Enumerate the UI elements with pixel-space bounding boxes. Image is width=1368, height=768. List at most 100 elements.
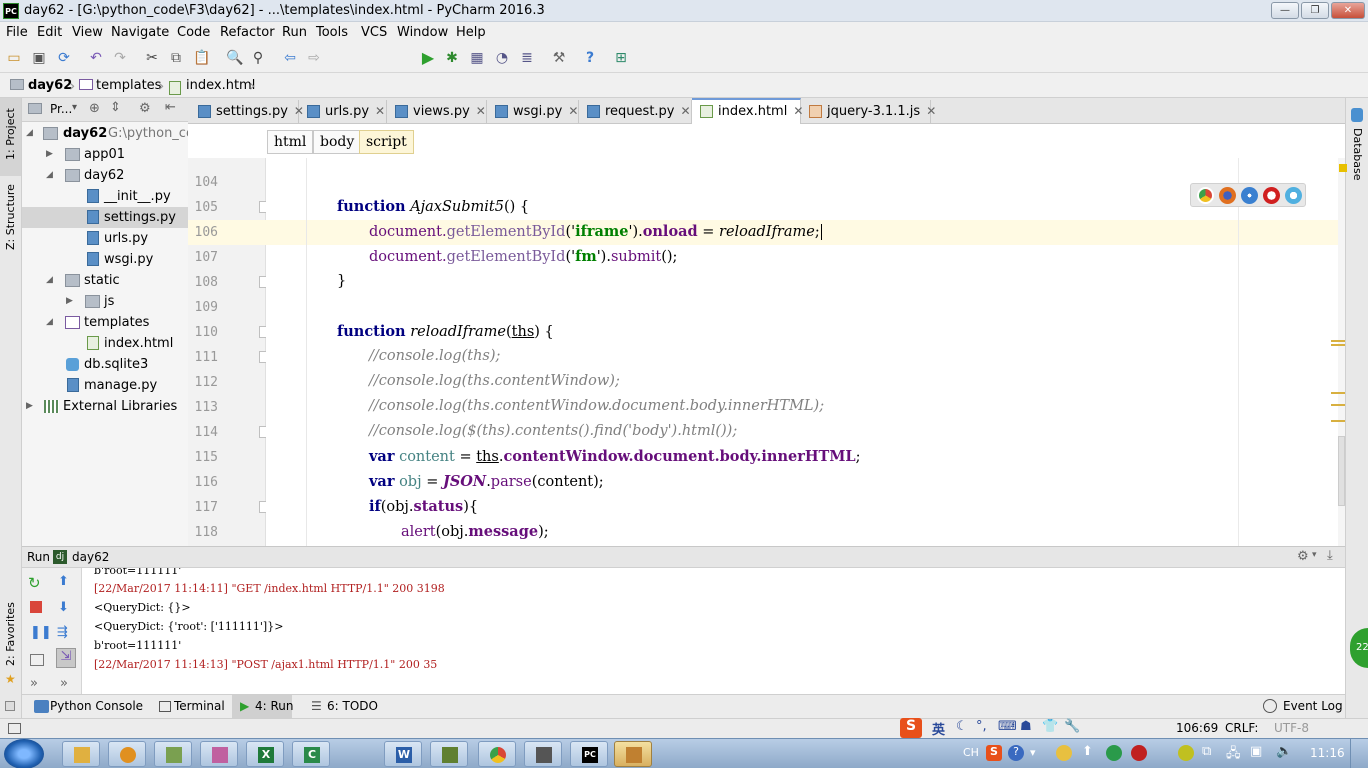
scroll-down-icon[interactable]: ⬇ — [58, 600, 69, 615]
fold-marker-icon[interactable] — [259, 501, 266, 513]
tree-item-db-sqlite3[interactable]: db.sqlite3 — [22, 354, 188, 375]
scroll-from-source-icon[interactable]: ⊕ — [89, 101, 100, 116]
tray-app-icon[interactable] — [1056, 745, 1072, 761]
tab-terminal[interactable]: Terminal — [174, 699, 225, 713]
close-tab-icon[interactable]: ✕ — [568, 104, 578, 118]
tree-item-index-html[interactable]: index.html — [22, 333, 188, 354]
editor-scrollbar[interactable] — [1338, 158, 1347, 546]
replace-icon[interactable]: ⚲ — [250, 50, 266, 66]
tab-index-html[interactable]: index.html ✕ — [692, 98, 803, 124]
settings-wrench-icon[interactable]: ⚒ — [551, 50, 567, 66]
tray-app-icon[interactable] — [1106, 745, 1122, 761]
run-icon[interactable]: ▶ — [420, 50, 436, 66]
language-indicator[interactable]: CH — [963, 746, 979, 759]
project-tool-tab[interactable]: 1: Project — [0, 98, 21, 176]
close-tab-icon[interactable]: ✕ — [476, 104, 486, 118]
menu-vcs[interactable]: VCS — [361, 25, 387, 40]
fold-marker-icon[interactable] — [259, 201, 266, 213]
menu-tools[interactable]: Tools — [316, 25, 348, 40]
menu-window[interactable]: Window — [397, 25, 448, 40]
tab-jquery-js[interactable]: jquery-3.1.1.js ✕ — [801, 100, 936, 124]
breadcrumb-templates[interactable]: templates — [96, 78, 161, 93]
help-tray-icon[interactable]: ? — [1008, 745, 1024, 761]
taskbar-app2[interactable] — [430, 741, 468, 767]
fold-marker-icon[interactable] — [259, 326, 266, 338]
coverage-icon[interactable]: ▦ — [469, 50, 485, 66]
error-stripe-mark[interactable] — [1331, 404, 1345, 406]
menu-edit[interactable]: Edit — [37, 25, 62, 40]
tree-item-app01[interactable]: ▶ app01 — [22, 144, 188, 165]
taskbar-excel[interactable]: X — [246, 741, 284, 767]
tray-pin-icon[interactable]: ⬆ — [1082, 744, 1093, 759]
redo-icon[interactable]: ↷ — [112, 50, 128, 66]
tree-item-manage-py[interactable]: manage.py — [22, 375, 188, 396]
tray-app-icon[interactable] — [1131, 745, 1147, 761]
structure-tool-tab[interactable]: Z: Structure — [0, 184, 21, 268]
menu-run[interactable]: Run — [282, 25, 307, 40]
rerun-icon[interactable]: ↻ — [28, 574, 41, 592]
cut-icon[interactable]: ✂ — [144, 50, 160, 66]
database-tool-tab[interactable]: Database — [1351, 128, 1364, 181]
tree-item-urls-py[interactable]: urls.py — [22, 228, 188, 249]
ie-icon[interactable] — [1285, 187, 1302, 204]
tray-app-icon[interactable]: ▣ — [1250, 744, 1262, 759]
project-view-selector[interactable]: Pr... — [50, 102, 72, 116]
taskbar-explorer[interactable] — [62, 741, 100, 767]
line-separator[interactable]: CRLF: — [1225, 721, 1258, 735]
taskbar-c-app[interactable]: C — [292, 741, 330, 767]
open-folder-icon[interactable]: ▭ — [6, 50, 22, 66]
caret-position[interactable]: 106:69 — [1176, 721, 1218, 735]
keyboard-icon[interactable]: ⌨ — [998, 719, 1017, 734]
gear-icon[interactable]: ⚙ — [1297, 549, 1309, 564]
tool-windows-icon[interactable] — [8, 723, 21, 734]
tab-event-log[interactable]: Event Log — [1283, 699, 1343, 713]
maximize-button[interactable]: ❐ — [1301, 2, 1329, 19]
error-stripe-mark[interactable] — [1331, 344, 1345, 346]
sogou-ime-icon[interactable]: S — [900, 718, 922, 738]
error-stripe-mark[interactable] — [1331, 392, 1345, 394]
tray-app-icon[interactable] — [1178, 745, 1194, 761]
tag-html[interactable]: html — [267, 130, 314, 154]
taskbar-calculator[interactable] — [524, 741, 562, 767]
tab-urls-py[interactable]: urls.py ✕ — [299, 100, 387, 124]
help-icon[interactable]: ? — [582, 50, 598, 66]
taskbar-paint[interactable] — [200, 741, 238, 767]
tree-item-wsgi-py[interactable]: wsgi.py — [22, 249, 188, 270]
tray-arrow-icon[interactable]: ▾ — [1030, 746, 1036, 759]
profile-icon[interactable]: ◔ — [494, 50, 510, 66]
taskbar-active-app[interactable] — [614, 741, 652, 767]
tab-python-console[interactable]: Python Console — [50, 699, 143, 713]
tree-item-settings-py[interactable]: settings.py — [22, 207, 188, 228]
opera-icon[interactable] — [1263, 187, 1280, 204]
wrench-icon[interactable]: 🔧 — [1064, 719, 1080, 734]
sogou-tray-icon[interactable]: S — [986, 745, 1002, 761]
clock[interactable]: 11:16 — [1310, 746, 1345, 760]
tag-script[interactable]: script — [359, 130, 414, 154]
tree-item-static[interactable]: ◢ static — [22, 270, 188, 291]
tab-settings-py[interactable]: settings.py ✕ — [190, 100, 304, 124]
close-tab-icon[interactable]: ✕ — [681, 104, 691, 118]
tree-item-external-libraries[interactable]: ▶ External Libraries — [22, 396, 188, 417]
ime-mode[interactable]: 英 — [932, 719, 945, 738]
network-icon[interactable]: 🖧 — [1226, 744, 1241, 766]
close-button[interactable]: ✕ — [1331, 2, 1365, 19]
paste-icon[interactable]: 📋 — [193, 50, 210, 66]
breadcrumb-file[interactable]: index.html — [186, 78, 255, 93]
tree-item-day62[interactable]: ◢ day62 — [22, 165, 188, 186]
more-icon[interactable]: » — [30, 676, 38, 691]
back-icon[interactable]: ⇦ — [282, 50, 298, 66]
file-encoding[interactable]: UTF-8 — [1274, 721, 1309, 735]
concurrency-icon[interactable]: ≣ — [519, 50, 535, 66]
fold-marker-icon[interactable] — [259, 351, 266, 363]
volume-icon[interactable]: 🔈 — [1276, 744, 1292, 759]
tree-item-root[interactable]: ◢ day62 G:\python_code — [22, 123, 188, 144]
find-icon[interactable]: 🔍 — [226, 50, 243, 66]
undo-icon[interactable]: ↶ — [88, 50, 104, 66]
tag-body[interactable]: body — [313, 130, 362, 154]
minimize-button[interactable]: — — [1271, 2, 1299, 19]
shirt-icon[interactable]: 👕 — [1042, 719, 1058, 734]
soft-wrap-icon[interactable]: ⇶ — [57, 625, 68, 640]
taskbar-word[interactable]: W — [384, 741, 422, 767]
gear-icon[interactable]: ⚙ — [139, 101, 151, 116]
start-button[interactable] — [4, 739, 44, 768]
